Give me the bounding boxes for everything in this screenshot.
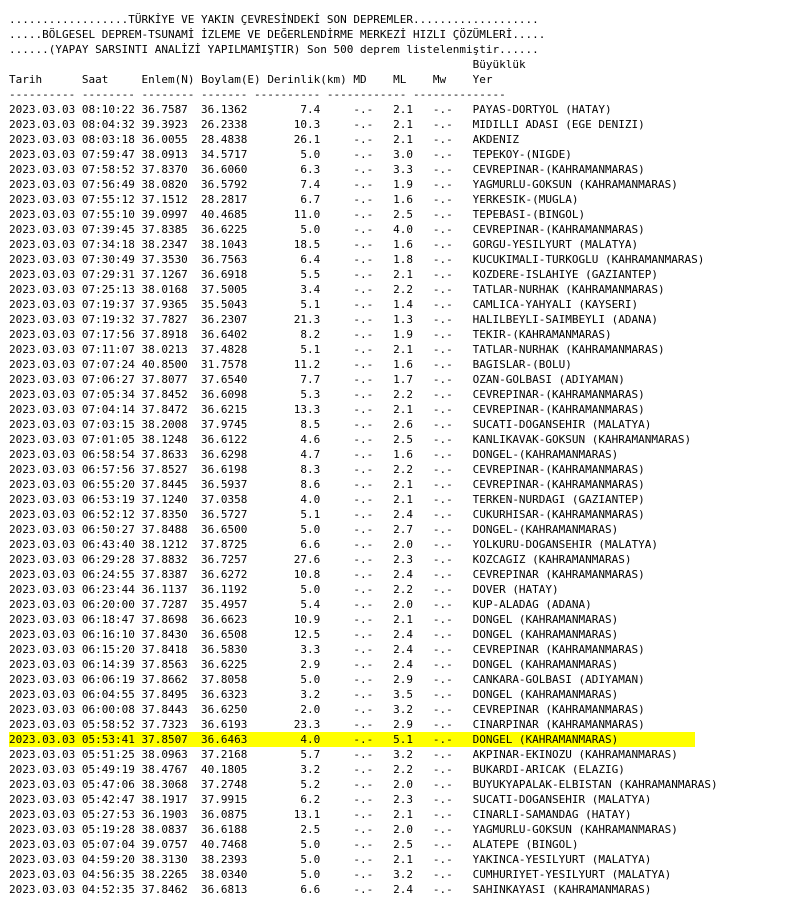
table-row: 2023.03.03 07:55:12 37.1512 28.2817 6.7 … <box>9 193 579 206</box>
table-row: 2023.03.03 06:57:56 37.8527 36.6198 8.3 … <box>9 463 645 476</box>
col-tarih: Tarih <box>9 73 82 86</box>
table-row: 2023.03.03 06:55:20 37.8445 36.5937 8.6 … <box>9 478 645 491</box>
col-enlem: Enlem(N) <box>141 73 202 86</box>
table-row: 2023.03.03 07:25:13 38.0168 37.5005 3.4 … <box>9 283 665 296</box>
earthquake-rows: 2023.03.03 08:10:22 36.7587 36.1362 7.4 … <box>9 102 799 897</box>
table-row: 2023.03.03 06:29:28 37.8832 36.7257 27.6… <box>9 553 632 566</box>
table-row: 2023.03.03 05:47:06 38.3068 37.2748 5.2 … <box>9 778 718 791</box>
table-row: 2023.03.03 07:55:10 39.0997 40.4685 11.0… <box>9 208 586 221</box>
table-row: 2023.03.03 07:01:05 38.1248 36.6122 4.6 … <box>9 433 692 446</box>
table-row: 2023.03.03 07:07:24 40.8500 31.7578 11.2… <box>9 358 572 371</box>
table-row: 2023.03.03 07:58:52 37.8370 36.6060 6.3 … <box>9 163 645 176</box>
table-row: 2023.03.03 08:04:32 39.3923 26.2338 10.3… <box>9 118 645 131</box>
col-yer: Yer <box>472 73 493 86</box>
table-row: 2023.03.03 07:04:14 37.8472 36.6215 13.3… <box>9 403 645 416</box>
table-row: 2023.03.03 06:00:08 37.8443 36.6250 2.0 … <box>9 703 645 716</box>
table-row: 2023.03.03 08:03:18 36.0055 28.4838 26.1… <box>9 133 519 146</box>
table-row: 2023.03.03 07:39:45 37.8385 36.6225 5.0 … <box>9 223 645 236</box>
table-row: 2023.03.03 06:06:19 37.8662 37.8058 5.0 … <box>9 673 645 686</box>
table-row: 2023.03.03 06:04:55 37.8495 36.6323 3.2 … <box>9 688 619 701</box>
table-row: 2023.03.03 05:19:28 38.0837 36.6188 2.5 … <box>9 823 678 836</box>
table-row: 2023.03.03 07:56:49 38.0820 36.5792 7.4 … <box>9 178 678 191</box>
table-row: 2023.03.03 07:03:15 38.2008 37.9745 8.5 … <box>9 418 652 431</box>
table-row: 2023.03.03 06:52:12 37.8350 36.5727 5.1 … <box>9 508 645 521</box>
column-header-row: Tarih Saat Enlem(N) Boylam(E) Derinlik(k… <box>9 72 799 87</box>
table-row: 2023.03.03 05:58:52 37.7323 36.6193 23.3… <box>9 718 645 731</box>
table-row: 2023.03.03 07:05:34 37.8452 36.6098 5.3 … <box>9 388 645 401</box>
table-row: 2023.03.03 06:18:47 37.8698 36.6623 10.9… <box>9 613 619 626</box>
table-row: 2023.03.03 07:34:18 38.2347 38.1043 18.5… <box>9 238 639 251</box>
col-mw: Mw <box>432 73 473 86</box>
header-line-1: ..................TÜRKİYE VE YAKIN ÇEVRE… <box>9 13 539 26</box>
table-row: 2023.03.03 06:16:10 37.8430 36.6508 12.5… <box>9 628 619 641</box>
table-row: 2023.03.03 05:07:04 39.0757 40.7468 5.0 … <box>9 838 579 851</box>
table-row: 2023.03.03 05:49:19 38.4767 40.1805 3.2 … <box>9 763 625 776</box>
table-row: 2023.03.03 06:23:44 36.1137 36.1192 5.0 … <box>9 583 559 596</box>
table-row: 2023.03.03 07:29:31 37.1267 36.6918 5.5 … <box>9 268 659 281</box>
col-derinlik: Derinlik(km) <box>267 73 354 86</box>
table-row: 2023.03.03 05:42:47 38.1917 37.9915 6.2 … <box>9 793 652 806</box>
table-row: 2023.03.03 07:11:07 38.0213 37.4828 5.1 … <box>9 343 665 356</box>
table-row: 2023.03.03 06:20:00 37.7287 35.4957 5.4 … <box>9 598 592 611</box>
table-row: 2023.03.03 06:24:55 37.8387 36.6272 10.8… <box>9 568 645 581</box>
table-row: 2023.03.03 05:51:25 38.0963 37.2168 5.7 … <box>9 748 678 761</box>
table-row: 2023.03.03 07:59:47 38.0913 34.5717 5.0 … <box>9 148 572 161</box>
highlighted-row: 2023.03.03 05:53:41 37.8507 36.6463 4.0 … <box>9 732 695 747</box>
table-row: 2023.03.03 06:50:27 37.8488 36.6500 5.0 … <box>9 523 619 536</box>
table-row: 2023.03.03 06:14:39 37.8563 36.6225 2.9 … <box>9 658 619 671</box>
table-row: 2023.03.03 06:15:20 37.8418 36.5830 3.3 … <box>9 643 645 656</box>
table-row: 2023.03.03 06:58:54 37.8633 36.6298 4.7 … <box>9 448 619 461</box>
earthquake-list: ..................TÜRKİYE VE YAKIN ÇEVRE… <box>0 0 799 897</box>
magnitude-heading-line: Büyüklük <box>9 57 799 72</box>
table-row: 2023.03.03 07:30:49 37.3530 36.7563 6.4 … <box>9 253 705 266</box>
table-row: 2023.03.03 05:53:41 37.8507 36.6463 4.0 … <box>9 732 799 747</box>
table-row: 2023.03.03 07:17:56 37.8918 36.6402 8.2 … <box>9 328 612 341</box>
separator-line: ---------- -------- -------- ------- ---… <box>9 88 506 101</box>
col-md: MD <box>353 73 394 86</box>
col-ml: ML <box>393 73 433 86</box>
column-headers: Tarih Saat Enlem(N) Boylam(E) Derinlik(k… <box>9 73 493 86</box>
table-row: 2023.03.03 05:27:53 36.1903 36.0875 13.1… <box>9 808 632 821</box>
col-saat: Saat <box>81 73 142 86</box>
header-line-2: .....BÖLGESEL DEPREM-TSUNAMİ İZLEME VE D… <box>9 28 546 41</box>
table-row: 2023.03.03 08:10:22 36.7587 36.1362 7.4 … <box>9 103 612 116</box>
magnitude-heading: Büyüklük <box>472 58 526 71</box>
table-row: 2023.03.03 07:19:37 37.9365 35.5043 5.1 … <box>9 298 639 311</box>
table-row: 2023.03.03 04:56:35 38.2265 38.0340 5.0 … <box>9 868 672 881</box>
table-row: 2023.03.03 07:06:27 37.8077 37.6540 7.7 … <box>9 373 625 386</box>
table-row: 2023.03.03 07:19:32 37.7827 36.2307 21.3… <box>9 313 659 326</box>
table-row: 2023.03.03 06:53:19 37.1240 37.0358 4.0 … <box>9 493 645 506</box>
col-boylam: Boylam(E) <box>201 73 268 86</box>
header-line-3: ......(YAPAY SARSINTI ANALİZİ YAPILMAMIŞ… <box>9 43 539 56</box>
table-row: 2023.03.03 04:59:20 38.3130 38.2393 5.0 … <box>9 853 652 866</box>
table-row: 2023.03.03 04:52:35 37.8462 36.6813 6.6 … <box>9 883 652 896</box>
table-row: 2023.03.03 06:43:40 38.1212 37.8725 6.6 … <box>9 538 659 551</box>
